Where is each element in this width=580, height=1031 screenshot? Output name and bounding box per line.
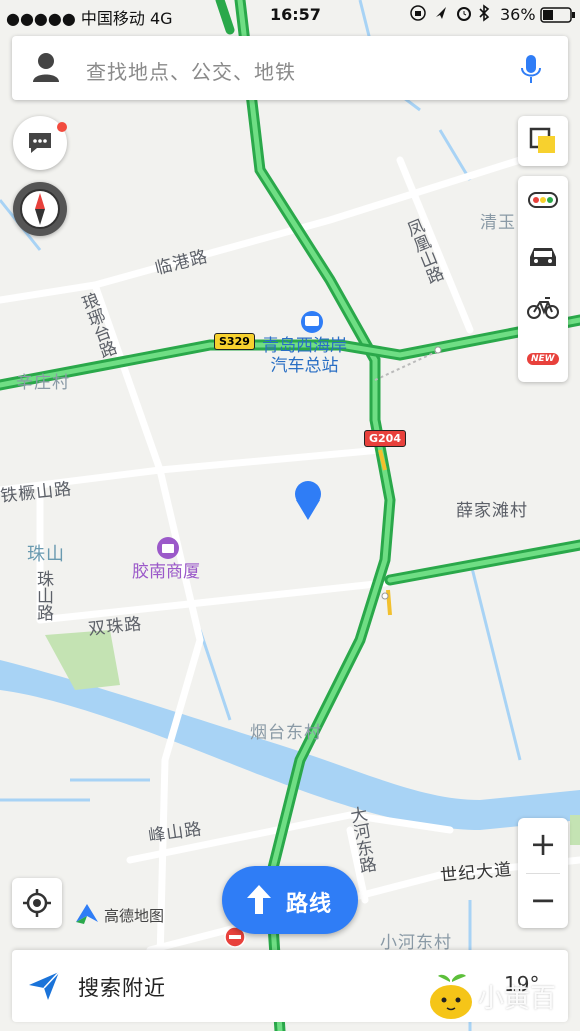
tools-panel: NEW [518, 176, 568, 382]
route-arrow-icon [246, 884, 272, 920]
clock: 16:57 [270, 5, 321, 24]
status-icons [410, 3, 506, 27]
mascot-icon [428, 970, 474, 1024]
poi-bus-station-line1: 青岛西海岸 [262, 336, 347, 356]
road-shield-g204: G204 [364, 430, 406, 447]
route-button[interactable]: 路线 [222, 866, 358, 934]
microphone-icon[interactable] [520, 54, 542, 88]
chat-bubble-icon [27, 131, 53, 159]
place-label-xinzhuang: 辛庄村 [16, 373, 70, 393]
carrier-label: ●●●●● 中国移动 4G [6, 9, 173, 28]
new-badge: NEW [527, 353, 559, 365]
alarm-icon [457, 7, 471, 21]
location-arrow-icon [436, 7, 446, 19]
watermark-text: 小黄百 [478, 984, 557, 1014]
mall-icon [157, 537, 179, 559]
traffic-icon[interactable] [528, 190, 558, 214]
road-label-zhushan: 珠山路 [33, 570, 53, 621]
taxi-icon[interactable] [529, 244, 557, 274]
amap-logo-icon [74, 902, 100, 930]
route-button-label: 路线 [286, 892, 333, 917]
place-label-zhushan: 珠山 [27, 544, 65, 565]
send-arrow-icon [28, 971, 60, 1005]
bluetooth-icon [479, 4, 490, 22]
poi-mall[interactable]: 胶南商厦 [132, 562, 200, 582]
compass-icon [18, 187, 62, 235]
bike-icon[interactable] [527, 296, 559, 324]
messages-button[interactable] [13, 116, 67, 170]
nearby-search-label: 搜索附近 [78, 976, 166, 1000]
place-label-qingyu: 清玉 [480, 213, 516, 233]
bus-station-icon [301, 311, 323, 333]
crosshair-icon [23, 889, 51, 921]
lock-rotation-icon [410, 5, 426, 21]
user-icon[interactable] [32, 52, 60, 86]
zoom-out-button[interactable]: − [518, 874, 568, 928]
locate-button[interactable] [12, 878, 62, 928]
layers-icon [529, 127, 557, 159]
compass-button[interactable] [13, 182, 67, 236]
road-shield-s329: S329 [214, 333, 255, 350]
unread-dot [57, 122, 67, 132]
search-bar[interactable]: 查找地点、公交、地铁 [12, 36, 568, 100]
status-bar: ●●●●● 中国移动 4G 16:57 36% [0, 0, 580, 30]
poi-bus-station-line2: 汽车总站 [270, 356, 339, 376]
layers-button[interactable] [518, 116, 568, 166]
place-label-xuejiatan: 薛家滩村 [456, 501, 528, 521]
zoom-in-button[interactable]: + [518, 818, 568, 873]
amap-logo-text: 高德地图 [104, 907, 165, 925]
search-placeholder[interactable]: 查找地点、公交、地铁 [86, 56, 296, 85]
poi-bus-station[interactable]: 青岛西海岸 汽车总站 [262, 336, 347, 376]
place-label-yantaidong: 烟台东村 [250, 723, 322, 743]
battery-icon [540, 7, 576, 27]
battery-percent: 36% [500, 5, 536, 24]
zoom-control: + − [518, 818, 568, 928]
